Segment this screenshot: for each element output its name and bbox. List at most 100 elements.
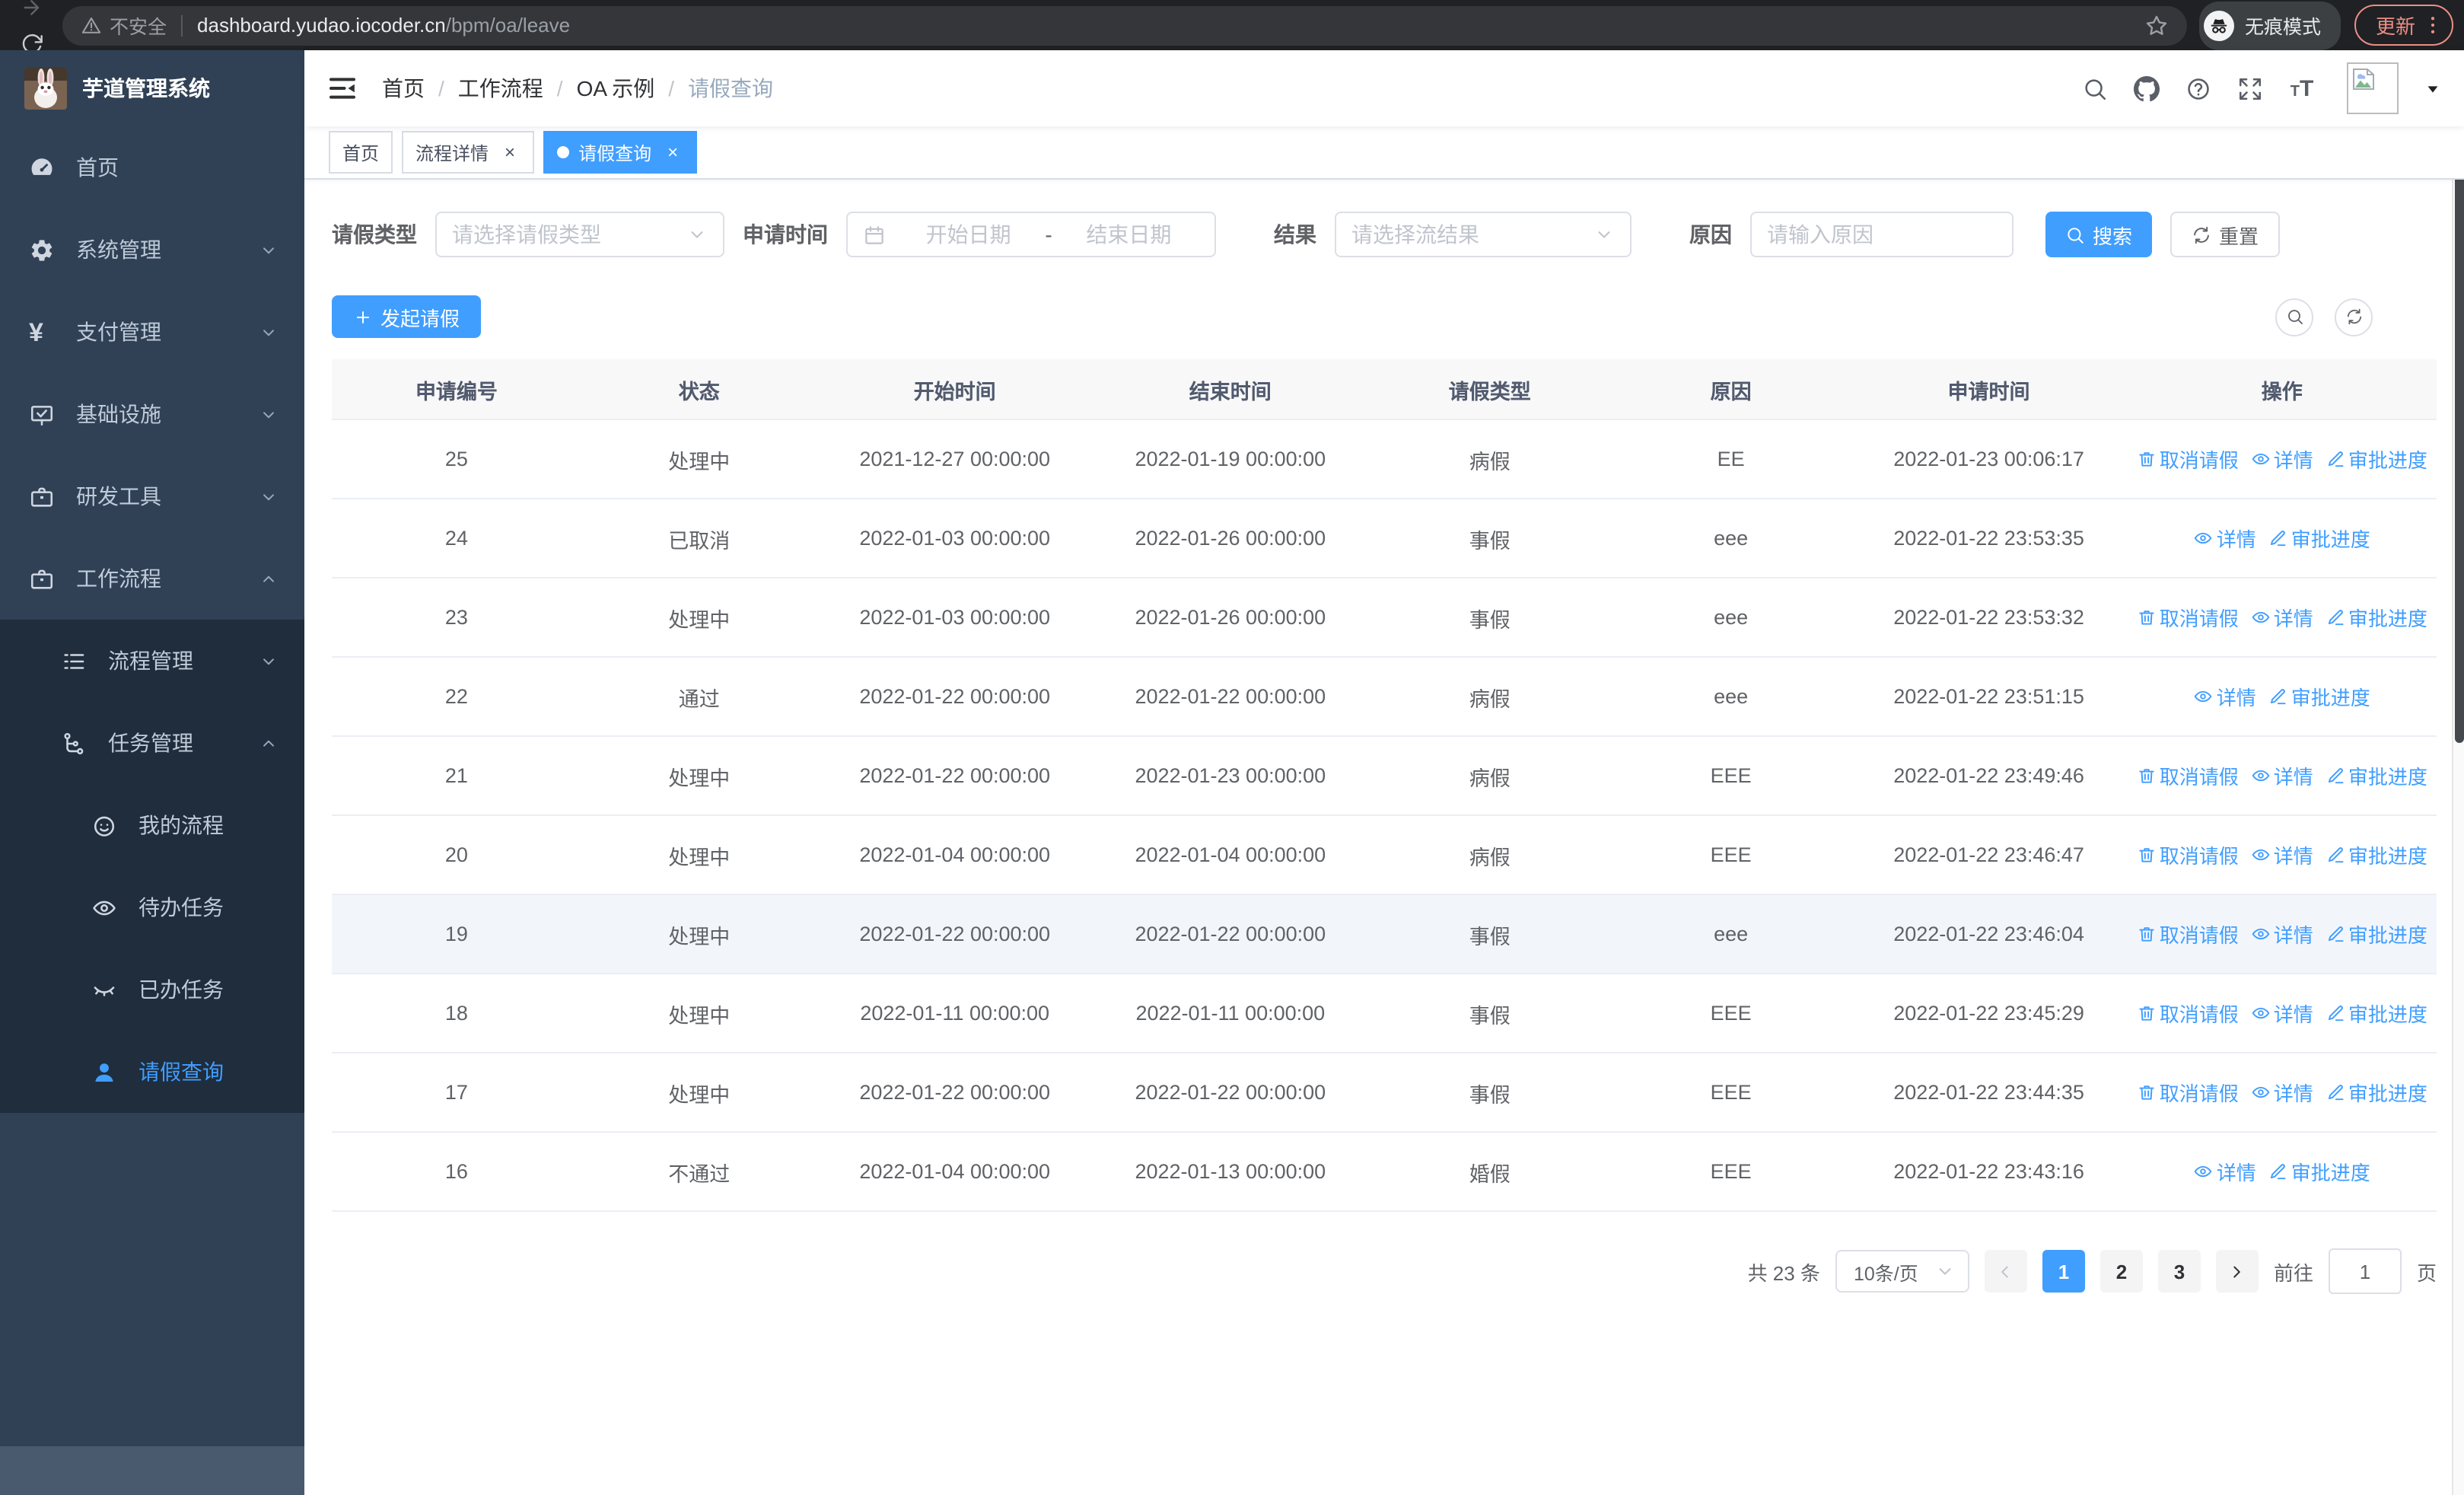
page-unit-label: 页 [2416, 1261, 2437, 1284]
detail-link[interactable]: 详情 [2194, 1157, 2256, 1186]
bookmark-star-icon[interactable] [2144, 13, 2169, 37]
page-number-button[interactable]: 1 [2042, 1250, 2085, 1293]
approval-progress-link[interactable]: 审批进度 [2326, 761, 2427, 790]
sidebar: 芋道管理系统 首页 系统管理 ¥ 支付管理 基础设施 研发工具 工作流程 流程管… [0, 50, 304, 1495]
chev-down-icon [259, 322, 279, 342]
approval-progress-link[interactable]: 审批进度 [2326, 1078, 2427, 1107]
leave-type-select[interactable]: 请选择请假类型 [435, 212, 724, 257]
sidebar-item[interactable]: 待办任务 [0, 866, 304, 948]
reason-input[interactable]: 请输入原因 [1750, 212, 2014, 257]
approval-progress-link[interactable]: 审批进度 [2326, 999, 2427, 1028]
result-select[interactable]: 请选择流结果 [1335, 212, 1632, 257]
app-logo[interactable]: 芋道管理系统 [0, 50, 304, 126]
cell-apply-time: 2022-01-22 23:45:29 [1850, 974, 2128, 1054]
cancel-leave-link[interactable]: 取消请假 [2137, 603, 2239, 632]
sidebar-item[interactable]: 流程管理 [0, 620, 304, 702]
refresh-table-button[interactable] [2335, 298, 2373, 336]
sidebar-item[interactable]: ¥ 支付管理 [0, 291, 304, 373]
sidebar-item[interactable]: 任务管理 [0, 702, 304, 784]
cancel-leave-link[interactable]: 取消请假 [2137, 920, 2239, 948]
browser-update-button[interactable]: 更新 [2354, 5, 2453, 46]
sidebar-collapse-icon[interactable] [327, 73, 358, 104]
detail-link[interactable]: 详情 [2194, 524, 2256, 553]
detail-link[interactable]: 详情 [2194, 682, 2256, 711]
search-icon[interactable] [2082, 75, 2108, 101]
fullscreen-icon[interactable] [2237, 75, 2263, 101]
breadcrumb-item[interactable]: 首页 / [382, 73, 458, 104]
cancel-leave-link[interactable]: 取消请假 [2137, 1078, 2239, 1107]
calendar-icon [863, 223, 886, 246]
page-tab[interactable]: 流程详情 × [402, 131, 535, 174]
breadcrumb-item[interactable]: 工作流程 / [458, 73, 577, 104]
sidebar-item[interactable]: 基础设施 [0, 373, 304, 455]
detail-link[interactable]: 详情 [2251, 603, 2313, 632]
page-scrollbar[interactable] [2452, 50, 2464, 1495]
detail-link[interactable]: 详情 [2251, 445, 2313, 473]
approval-progress-link[interactable]: 审批进度 [2326, 603, 2427, 632]
breadcrumb: 首页/ 工作流程/ OA 示例/ 请假查询/ [382, 73, 773, 104]
detail-link[interactable]: 详情 [2251, 761, 2313, 790]
cell-reason: EEE [1611, 974, 1851, 1054]
cell-status: 已取消 [581, 499, 817, 579]
approval-progress-link[interactable]: 审批进度 [2268, 1157, 2370, 1186]
sidebar-item[interactable]: 首页 [0, 126, 304, 209]
breadcrumb-item[interactable]: 请假查询/ [688, 73, 773, 104]
detail-link[interactable]: 详情 [2251, 1078, 2313, 1107]
approval-progress-link[interactable]: 审批进度 [2326, 445, 2427, 473]
search-button[interactable]: 搜索 [2045, 212, 2153, 257]
cancel-leave-link[interactable]: 取消请假 [2137, 999, 2239, 1028]
cancel-leave-link[interactable]: 取消请假 [2137, 445, 2239, 473]
page-number-button[interactable]: 2 [2099, 1250, 2143, 1293]
leave-type-label: 请假类型 [332, 222, 417, 247]
approval-progress-link[interactable]: 审批进度 [2268, 682, 2370, 711]
create-leave-button[interactable]: 发起请假 [332, 295, 482, 338]
end-date-input[interactable]: 结束日期 [1059, 219, 1199, 250]
apply-time-label: 申请时间 [743, 222, 828, 247]
browser-menu-icon[interactable] [2421, 14, 2444, 37]
sidebar-item[interactable]: 已办任务 [0, 948, 304, 1031]
approval-progress-link[interactable]: 审批进度 [2326, 840, 2427, 869]
toggle-search-button[interactable] [2275, 298, 2313, 336]
close-tab-icon[interactable]: × [499, 142, 520, 163]
detail-link[interactable]: 详情 [2251, 920, 2313, 948]
page-tab[interactable]: 首页 [329, 131, 393, 174]
cell-apply-id: 20 [332, 815, 581, 895]
cancel-leave-link[interactable]: 取消请假 [2137, 761, 2239, 790]
sidebar-item[interactable]: 请假查询 [0, 1031, 304, 1113]
start-date-input[interactable]: 开始日期 [898, 219, 1039, 250]
close-tab-icon[interactable]: × [662, 142, 683, 163]
fontsize-icon[interactable]: TT [2289, 75, 2315, 101]
column-header: 结束时间 [1092, 359, 1368, 420]
sidebar-item[interactable]: 工作流程 [0, 537, 304, 620]
next-page-button[interactable] [2215, 1250, 2259, 1293]
breadcrumb-item[interactable]: OA 示例 / [577, 73, 689, 104]
avatar-caret-icon[interactable] [2424, 80, 2441, 97]
cancel-leave-link[interactable]: 取消请假 [2137, 840, 2239, 869]
table-row: 23 处理中 2022-01-03 00:00:00 2022-01-26 00… [332, 578, 2437, 658]
github-icon[interactable] [2134, 75, 2160, 101]
approval-progress-link[interactable]: 审批进度 [2268, 524, 2370, 553]
goto-page-input[interactable] [2328, 1248, 2402, 1294]
reset-button[interactable]: 重置 [2170, 212, 2281, 257]
user-avatar[interactable] [2347, 62, 2399, 114]
cell-leave-type: 病假 [1367, 657, 1612, 737]
chev-down-icon [259, 651, 279, 671]
date-range-picker[interactable]: 开始日期 - 结束日期 [846, 212, 1216, 257]
table-row: 18 处理中 2022-01-11 00:00:00 2022-01-11 00… [332, 974, 2437, 1054]
page-number-button[interactable]: 3 [2157, 1250, 2201, 1293]
detail-link[interactable]: 详情 [2251, 999, 2313, 1028]
sidebar-item[interactable]: 研发工具 [0, 455, 304, 537]
page-size-select[interactable]: 10条/页 [1835, 1250, 1969, 1293]
address-bar[interactable]: 不安全 dashboard.yudao.iocoder.cn/bpm/oa/le… [62, 5, 2187, 45]
sidebar-item[interactable]: 系统管理 [0, 209, 304, 291]
forward-icon[interactable] [14, 0, 50, 25]
sidebar-item[interactable]: 我的流程 [0, 784, 304, 866]
prev-page-button[interactable] [1984, 1250, 2027, 1293]
detail-link[interactable]: 详情 [2251, 840, 2313, 869]
approval-progress-link[interactable]: 审批进度 [2326, 920, 2427, 948]
help-icon[interactable] [2185, 75, 2211, 101]
cell-reason: eee [1611, 499, 1851, 579]
cell-leave-type: 事假 [1367, 1053, 1612, 1133]
page-tab[interactable]: 请假查询 × [543, 131, 698, 174]
cell-actions: 取消请假 详情 审批进度 [2127, 736, 2437, 816]
